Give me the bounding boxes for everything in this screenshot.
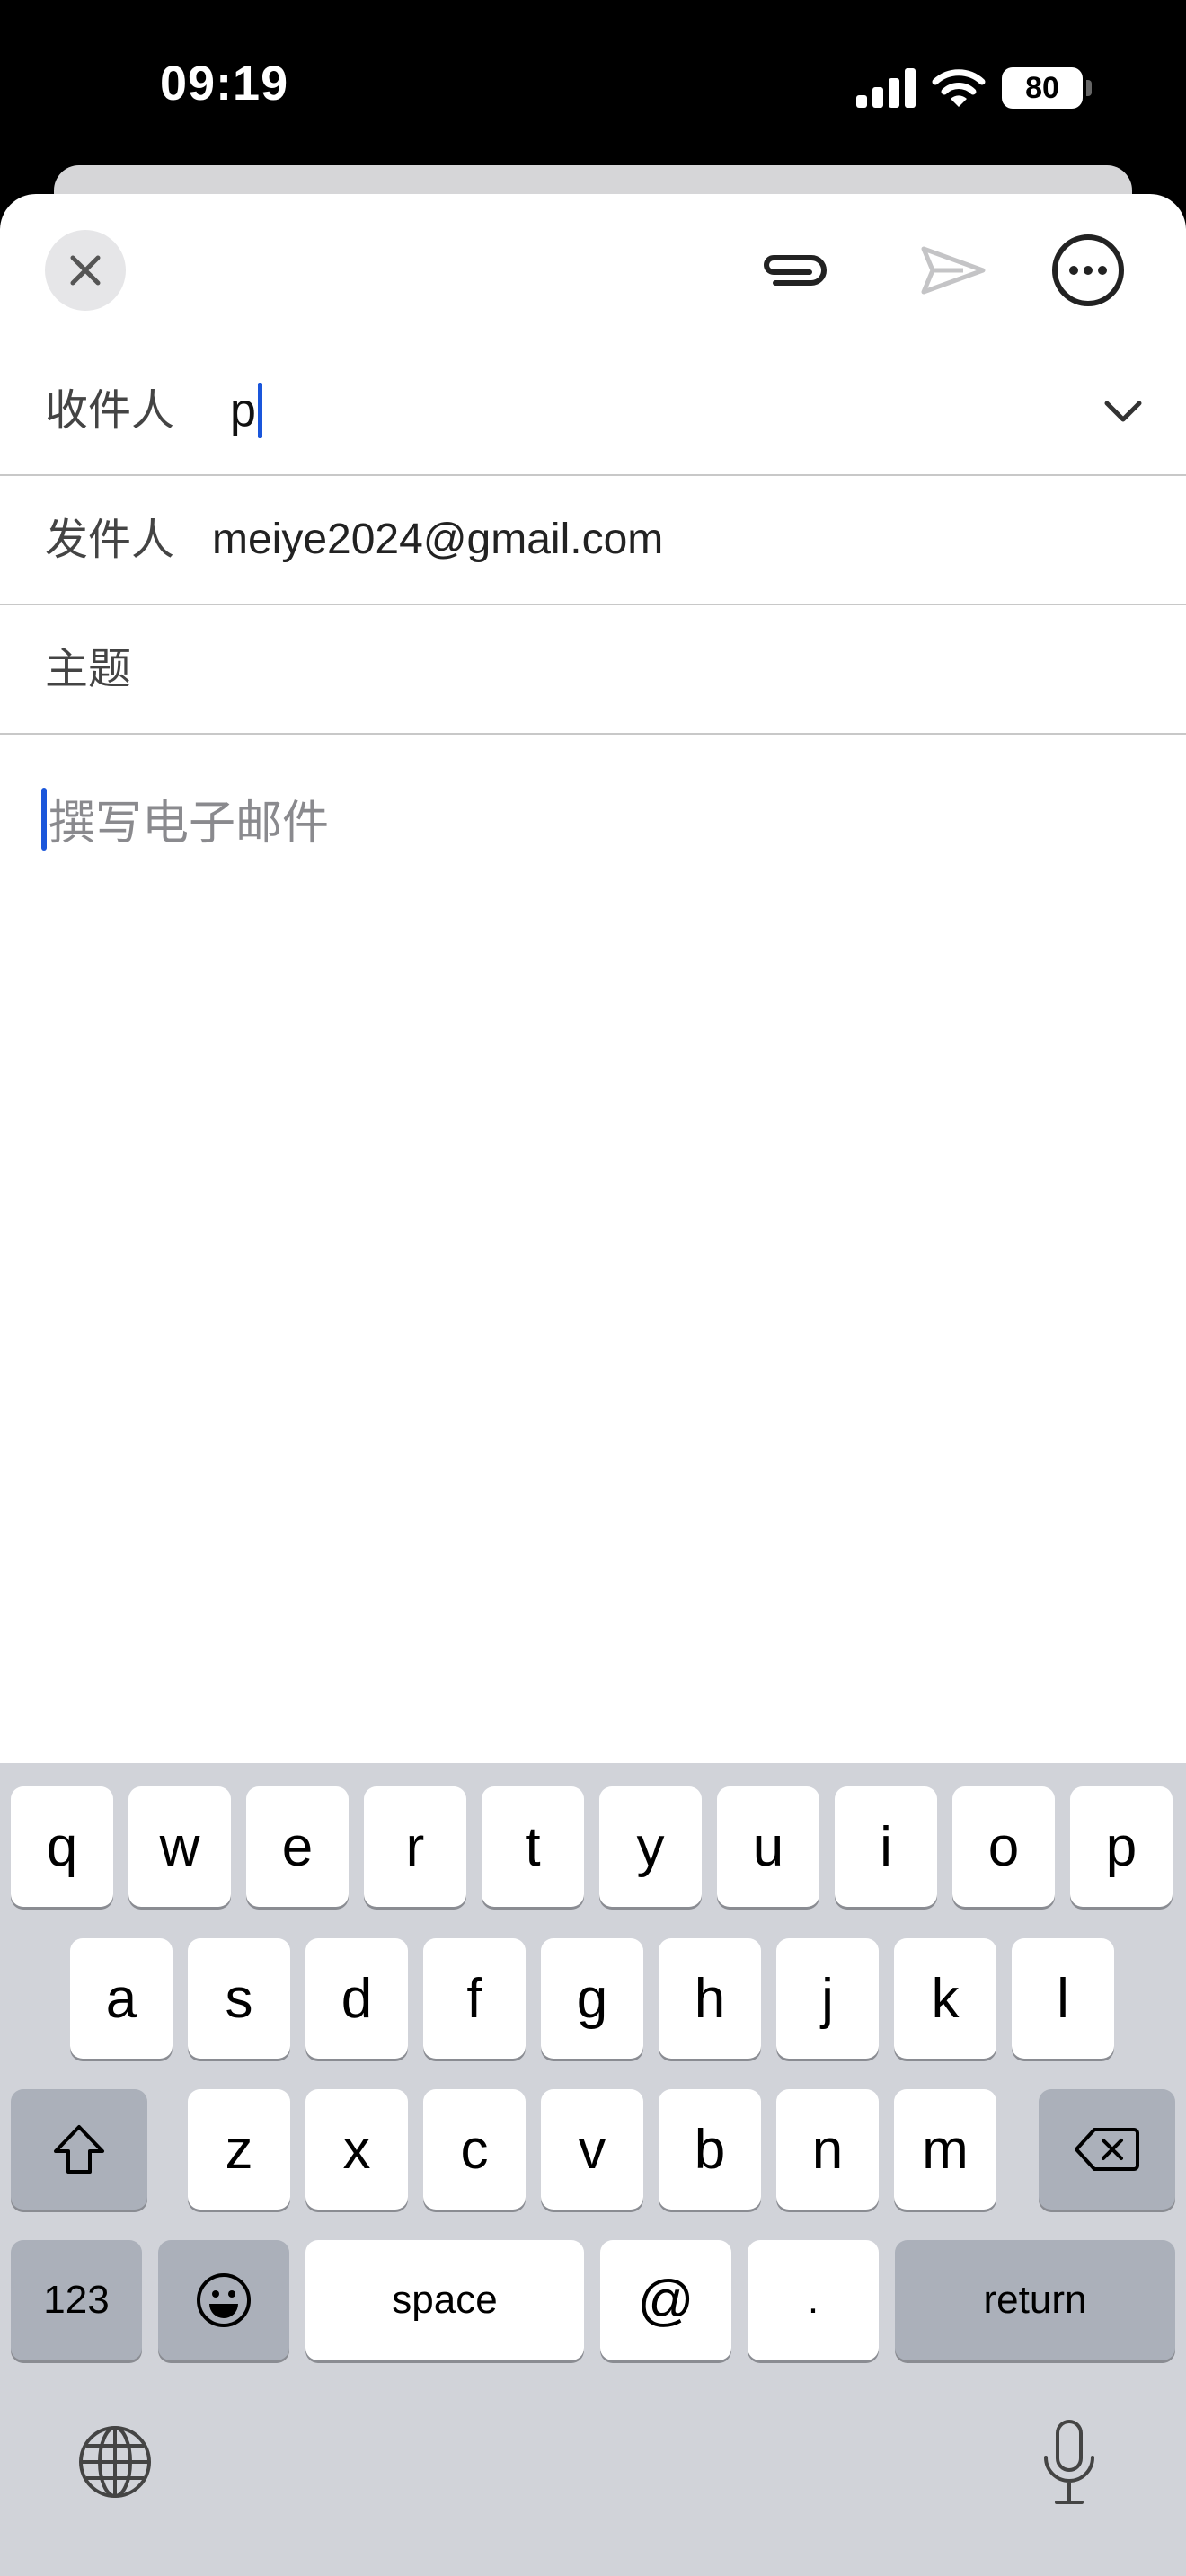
key-t[interactable]: t <box>482 1786 584 1907</box>
to-label: 收件人 <box>45 385 175 436</box>
key-z[interactable]: z <box>188 2089 290 2210</box>
key-y[interactable]: y <box>599 1786 702 1907</box>
chevron-down-icon <box>1104 401 1142 422</box>
send-icon <box>921 246 986 295</box>
emoji-icon <box>197 2273 251 2327</box>
body-caret <box>41 787 47 851</box>
globe-icon <box>79 2426 151 2498</box>
key-x[interactable]: x <box>305 2089 408 2210</box>
shift-key[interactable] <box>11 2089 147 2210</box>
key-n[interactable]: n <box>776 2089 879 2210</box>
key-k[interactable]: k <box>894 1938 996 2059</box>
from-row: 发件人 meiye2024@gmail.com <box>0 476 1186 605</box>
status-icons: 80 <box>856 61 1092 115</box>
text-caret <box>257 383 262 438</box>
to-input[interactable]: p <box>230 370 262 451</box>
paperclip-icon <box>764 255 827 286</box>
dictation-button[interactable] <box>1026 2413 1112 2512</box>
dot-key[interactable]: . <box>748 2240 879 2360</box>
key-e[interactable]: e <box>246 1786 349 1907</box>
compose-toolbar <box>0 194 1186 338</box>
more-icon <box>1052 234 1124 306</box>
status-time: 09:19 <box>160 57 289 110</box>
return-key[interactable]: return <box>895 2240 1175 2360</box>
shift-icon <box>54 2125 104 2174</box>
key-s[interactable]: s <box>188 1938 290 2059</box>
battery-indicator: 80 <box>1002 67 1092 109</box>
status-bar: 09:19 80 <box>0 0 1186 171</box>
key-b[interactable]: b <box>659 2089 761 2210</box>
key-p[interactable]: p <box>1070 1786 1173 1907</box>
delete-key[interactable] <box>1039 2089 1175 2210</box>
subject-row[interactable]: 主题 <box>0 605 1186 735</box>
key-f[interactable]: f <box>423 1938 526 2059</box>
key-o[interactable]: o <box>952 1786 1055 1907</box>
wifi-icon <box>932 69 986 107</box>
keyboard: q w e r t y u i o p a s d f g h j k l z … <box>0 1763 1186 2576</box>
key-u[interactable]: u <box>717 1786 819 1907</box>
send-button[interactable] <box>913 230 994 311</box>
attach-button[interactable] <box>753 230 834 311</box>
backspace-icon <box>1075 2128 1139 2171</box>
at-key[interactable]: @ <box>600 2240 731 2360</box>
key-l[interactable]: l <box>1012 1938 1114 2059</box>
key-w[interactable]: w <box>128 1786 231 1907</box>
language-switch-button[interactable] <box>72 2419 158 2505</box>
key-v[interactable]: v <box>541 2089 643 2210</box>
to-row: 收件人 p <box>0 347 1186 476</box>
key-m[interactable]: m <box>894 2089 996 2210</box>
key-q[interactable]: q <box>11 1786 113 1907</box>
key-g[interactable]: g <box>541 1938 643 2059</box>
email-body-input[interactable]: 撰写电子邮件 <box>41 785 329 852</box>
subject-label: 主题 <box>45 644 132 694</box>
from-label: 发件人 <box>45 515 175 565</box>
key-j[interactable]: j <box>776 1938 879 2059</box>
key-a[interactable]: a <box>70 1938 173 2059</box>
numbers-key[interactable]: 123 <box>11 2240 142 2360</box>
from-value[interactable]: meiye2024@gmail.com <box>212 476 663 604</box>
key-i[interactable]: i <box>835 1786 937 1907</box>
space-key[interactable]: space <box>305 2240 584 2360</box>
key-d[interactable]: d <box>305 1938 408 2059</box>
more-options-button[interactable] <box>1048 230 1128 311</box>
close-icon <box>70 255 101 286</box>
key-c[interactable]: c <box>423 2089 526 2210</box>
to-value: p <box>230 384 256 437</box>
close-button[interactable] <box>45 230 126 311</box>
body-placeholder: 撰写电子邮件 <box>49 797 330 851</box>
key-r[interactable]: r <box>364 1786 466 1907</box>
cellular-signal-icon <box>856 68 916 108</box>
microphone-icon <box>1044 2420 1094 2504</box>
expand-recipients-button[interactable] <box>1096 384 1150 438</box>
key-h[interactable]: h <box>659 1938 761 2059</box>
emoji-key[interactable] <box>158 2240 289 2360</box>
